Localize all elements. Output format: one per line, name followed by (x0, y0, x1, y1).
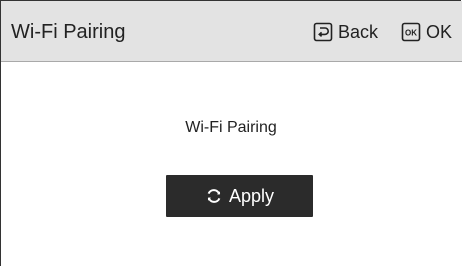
ok-button[interactable]: OK OK (401, 20, 452, 44)
ok-label: OK (426, 22, 453, 42)
back-key-icon (313, 22, 333, 42)
refresh-icon (205, 187, 223, 205)
ok-key-text: OK (405, 29, 417, 38)
back-button[interactable]: Back (313, 20, 378, 44)
header-bar: Wi-Fi Pairing Back OK OK (1, 1, 462, 62)
apply-label: Apply (228, 185, 275, 206)
page-title: Wi-Fi Pairing (11, 21, 126, 43)
apply-button[interactable]: Apply (166, 175, 313, 217)
ok-key-icon: OK (401, 22, 421, 42)
content-label: Wi-Fi Pairing (185, 119, 277, 136)
back-label: Back (338, 22, 379, 42)
